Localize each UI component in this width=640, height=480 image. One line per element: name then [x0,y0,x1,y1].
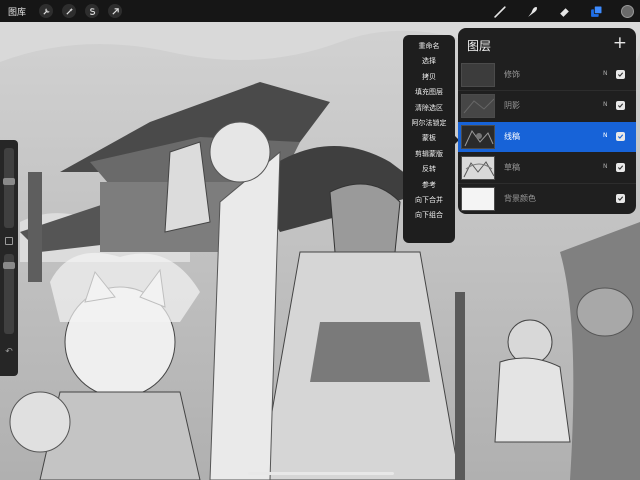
smudge-button[interactable] [525,4,539,18]
draft-thumb-sketch [463,161,494,178]
layer-name: 线稿 [504,132,520,141]
layer-name: 修饰 [504,70,520,79]
undo-icon[interactable]: ↶ [3,346,15,358]
menu-item-fill-layer[interactable]: 填充图层 [403,85,455,100]
layer-row-shadow[interactable]: 阴影 N [458,91,636,121]
visibility-checkbox[interactable] [616,101,625,110]
adjustments-button[interactable] [62,4,76,18]
home-indicator[interactable] [248,472,394,475]
left-sidebar: ↶ [0,140,18,376]
magic-wand-icon [65,7,73,15]
check-icon [617,134,624,139]
layer-row-lineart[interactable]: 线稿 N [458,122,636,152]
check-icon [617,72,624,77]
layer-thumbnail [461,94,495,118]
brush-button[interactable] [493,4,507,18]
layers-icon [590,5,602,17]
opacity-slider[interactable] [3,254,15,334]
visibility-checkbox[interactable] [616,70,625,79]
gallery-button[interactable]: 图库 [8,5,30,18]
check-icon [617,196,624,201]
shadow-thumb-sketch [463,98,494,114]
blend-mode-button[interactable]: N [603,132,608,139]
visibility-checkbox[interactable] [616,132,625,141]
eraser-icon [559,7,569,17]
layer-thumbnail [461,63,495,87]
menu-item-copy[interactable]: 拷贝 [403,70,455,85]
layers-button[interactable] [589,4,603,18]
menu-item-rename[interactable]: 重命名 [403,39,455,54]
transform-button[interactable] [108,4,122,18]
menu-item-select[interactable]: 选择 [403,54,455,69]
layers-title: 图层 [467,39,492,53]
menu-item-mask[interactable]: 蒙板 [403,131,455,146]
layers-header: 图层 + [458,28,636,60]
menu-item-invert[interactable]: 反转 [403,162,455,177]
visibility-checkbox[interactable] [616,163,625,172]
layer-row-draft[interactable]: 草稿 N [458,153,636,183]
eraser-button[interactable] [557,4,571,18]
add-layer-button[interactable]: + [613,33,627,53]
visibility-checkbox[interactable] [616,194,625,203]
layer-name: 背景颜色 [504,194,536,203]
menu-item-reference[interactable]: 参考 [403,178,455,193]
layers-panel: 图层 + 修饰 N 阴影 N 线稿 N 草稿 N 背景颜色 [458,28,636,214]
modify-button[interactable] [5,237,13,245]
layer-options-menu: 重命名 选择 拷贝 填充图层 清除选区 阿尔法锁定 蒙板 剪辑蒙版 反转 参考 … [403,35,455,243]
brush-size-knob[interactable] [3,178,15,185]
layer-thumbnail [461,187,495,211]
layer-name: 阴影 [504,101,520,110]
layer-row-background-color[interactable]: 背景颜色 [458,184,636,214]
transform-arrow-icon [111,7,119,15]
check-icon [617,165,624,170]
blend-mode-button[interactable]: N [603,70,608,77]
opacity-knob[interactable] [3,262,15,269]
right-tool-group [493,0,640,22]
blend-mode-button[interactable]: N [603,101,608,108]
lineart-thumb-sketch [464,130,494,147]
layer-thumbnail [461,156,495,180]
color-picker-button[interactable] [621,4,634,18]
actions-button[interactable] [39,4,53,18]
selection-s-icon [89,7,95,15]
brush-icon [493,5,506,18]
top-toolbar: 图库 [0,0,640,22]
menu-item-clear-selection[interactable]: 清除选区 [403,101,455,116]
blend-mode-button[interactable]: N [603,163,608,170]
layer-thumbnail [461,125,495,149]
selection-button[interactable] [85,4,99,18]
menu-item-clipping-mask[interactable]: 剪辑蒙版 [403,147,455,162]
check-icon [617,103,624,108]
wrench-icon [42,7,50,15]
layer-row-decoration[interactable]: 修饰 N [458,60,636,90]
smudge-icon [527,6,537,17]
menu-item-combine-down[interactable]: 向下组合 [403,208,455,223]
menu-item-merge-down[interactable]: 向下合并 [403,193,455,208]
menu-item-alpha-lock[interactable]: 阿尔法锁定 [403,116,455,131]
layer-name: 草稿 [504,163,520,172]
brush-size-slider[interactable] [3,148,15,228]
